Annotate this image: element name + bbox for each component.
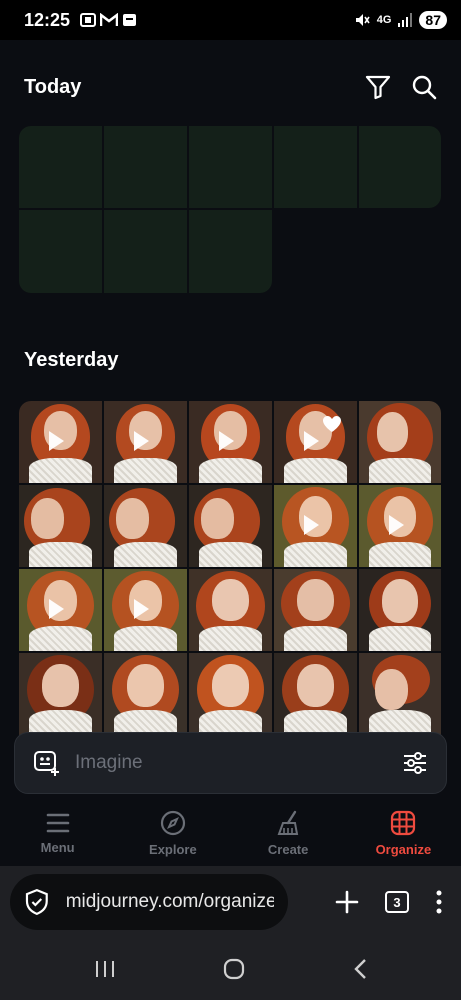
gallery-image[interactable]: [274, 401, 357, 483]
new-tab-icon[interactable]: [335, 890, 359, 914]
nav-menu[interactable]: Menu: [0, 800, 115, 866]
pending-image-tile[interactable]: [189, 210, 272, 293]
gallery-image[interactable]: [359, 485, 441, 567]
yesterday-image-grid: [19, 401, 441, 761]
pending-image-tile[interactable]: [104, 210, 187, 293]
video-play-icon: [133, 598, 149, 619]
browser-toolbar: midjourney.com/organize 3: [0, 866, 461, 938]
gallery-image[interactable]: [19, 653, 102, 735]
more-options-icon[interactable]: [435, 890, 443, 914]
pending-image-tile[interactable]: [104, 126, 187, 208]
organize-page: Today Yesterday Imagine Menu Explore Cre…: [0, 40, 461, 866]
filter-icon[interactable]: [365, 74, 391, 100]
battery-level: 87: [419, 11, 447, 29]
gallery-image[interactable]: [274, 569, 357, 651]
status-notification-icons: [80, 13, 137, 27]
settings-sliders-icon[interactable]: [402, 750, 428, 776]
mute-icon: [355, 14, 370, 26]
video-play-icon: [218, 430, 234, 451]
gallery-image[interactable]: [189, 569, 272, 651]
status-bar: 12:25 4G 87: [0, 0, 461, 40]
gallery-image[interactable]: [274, 485, 357, 567]
video-play-icon: [48, 430, 64, 451]
notification-icon: [123, 14, 137, 26]
system-navigation: [0, 938, 461, 1000]
video-play-icon: [48, 598, 64, 619]
imagine-bar[interactable]: Imagine: [14, 732, 447, 794]
gallery-image[interactable]: [359, 569, 441, 651]
security-shield-icon[interactable]: [24, 888, 50, 916]
pending-image-tile[interactable]: [19, 126, 102, 208]
pending-image-tile[interactable]: [359, 126, 441, 208]
imagine-input[interactable]: Imagine: [75, 752, 143, 774]
pending-image-tile[interactable]: [189, 126, 272, 208]
home-icon[interactable]: [223, 958, 245, 980]
brush-icon: [277, 810, 299, 835]
tab-switcher[interactable]: 3: [385, 891, 409, 913]
gmail-icon: [100, 13, 119, 26]
heart-icon: [323, 416, 341, 432]
add-image-icon[interactable]: [33, 749, 61, 777]
url-text[interactable]: midjourney.com/organize: [66, 891, 274, 913]
back-icon[interactable]: [352, 958, 368, 980]
gallery-image[interactable]: [19, 485, 102, 567]
nav-create[interactable]: Create: [231, 800, 346, 866]
pending-image-tile[interactable]: [274, 126, 357, 208]
bottom-navigation: Menu Explore Create Organize: [0, 800, 461, 866]
menu-icon: [46, 813, 69, 832]
status-time: 12:25: [24, 9, 71, 30]
nav-label-create: Create: [267, 841, 309, 857]
address-bar[interactable]: midjourney.com/organize: [10, 874, 288, 930]
video-play-icon: [388, 514, 404, 535]
nav-label-explore: Explore: [149, 841, 197, 857]
recent-apps-icon[interactable]: [94, 959, 116, 979]
gallery-image[interactable]: [104, 485, 187, 567]
video-play-icon: [303, 514, 319, 535]
nav-explore[interactable]: Explore: [115, 800, 230, 866]
gallery-image[interactable]: [189, 401, 272, 483]
search-icon[interactable]: [411, 74, 437, 100]
gallery-image[interactable]: [104, 653, 187, 735]
gallery-image[interactable]: [104, 569, 187, 651]
gallery-image[interactable]: [19, 569, 102, 651]
gallery-image[interactable]: [274, 653, 357, 735]
grid-icon: [391, 810, 416, 835]
video-play-icon: [303, 430, 319, 451]
gallery-image[interactable]: [104, 401, 187, 483]
gallery-image[interactable]: [189, 485, 272, 567]
compass-icon: [160, 810, 185, 835]
yesterday-title: Yesterday: [24, 349, 119, 371]
nav-label-organize: Organize: [375, 841, 432, 857]
nav-organize[interactable]: Organize: [346, 800, 461, 866]
signal-icon: [398, 13, 413, 27]
screenshot-icon: [80, 13, 97, 27]
yesterday-header: Yesterday: [24, 349, 437, 372]
today-header: Today: [24, 74, 437, 100]
gallery-image[interactable]: [359, 653, 441, 735]
gallery-image[interactable]: [189, 653, 272, 735]
gallery-image[interactable]: [359, 401, 441, 483]
today-title: Today: [24, 75, 82, 98]
nav-label-menu: Menu: [40, 839, 75, 855]
gallery-image[interactable]: [19, 401, 102, 483]
network-type: 4G: [376, 14, 392, 26]
pending-image-tile[interactable]: [19, 210, 102, 293]
video-play-icon: [133, 430, 149, 451]
